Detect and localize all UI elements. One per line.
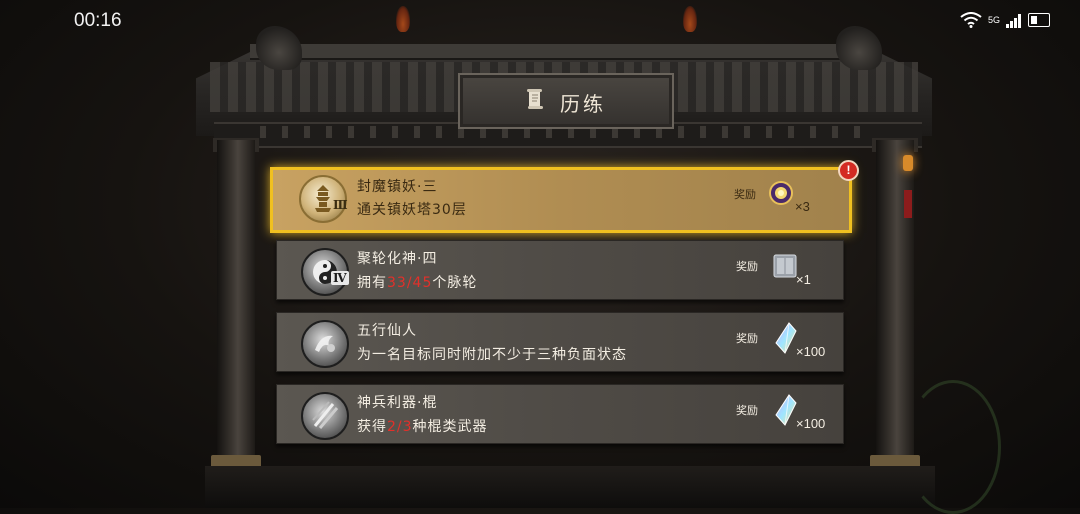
flame-left-decoration: [396, 6, 410, 32]
crystal-icon[interactable]: [771, 321, 799, 355]
status-bar: 00:16 5G: [0, 0, 1080, 44]
tier-numeral: Ⅲ: [333, 198, 348, 212]
quest-title: 封魔镇妖·三: [357, 179, 438, 195]
reward-label: 奖励: [736, 404, 758, 417]
reward-label: 奖励: [734, 188, 756, 201]
book-icon[interactable]: [771, 249, 799, 283]
reward-label: 奖励: [736, 332, 758, 345]
flame-right-decoration: [683, 6, 697, 32]
reward-quantity: ×1: [796, 272, 811, 287]
quest-title: 神兵利器·棍: [357, 395, 438, 411]
tier-numeral: Ⅳ: [331, 271, 349, 285]
status-icons: 5G: [960, 12, 1050, 28]
crystal-icon[interactable]: [771, 393, 799, 427]
quest-card[interactable]: Ⅲ 封魔镇妖·三 通关镇妖塔30层 奖励 ×3 !: [270, 160, 859, 233]
reward-quantity: ×100: [796, 416, 826, 431]
purple-orb-icon[interactable]: [767, 178, 795, 212]
page-title: 历练: [560, 92, 606, 116]
wifi-icon: [960, 12, 982, 28]
floor: [205, 466, 935, 508]
jade-ornament: [905, 380, 1001, 514]
quest-description: 通关镇妖塔30层: [357, 202, 467, 218]
roof-ridge: [250, 44, 880, 60]
clock: 00:16: [74, 10, 122, 31]
reward-label: 奖励: [736, 260, 758, 273]
pillar-left: [217, 140, 255, 470]
scroll-icon: [526, 89, 544, 111]
lantern-icon: [903, 155, 913, 171]
tassel-decoration: [904, 190, 912, 218]
reward-quantity: ×3: [795, 199, 810, 214]
five-elements-emblem-icon: [301, 320, 349, 368]
quest-description: 为一名目标同时附加不少于三种负面状态: [357, 347, 627, 363]
alert-badge: !: [838, 160, 859, 181]
quest-card[interactable]: 五行仙人 为一名目标同时附加不少于三种负面状态 奖励 ×100: [276, 312, 844, 372]
quest-card[interactable]: Ⅳ 聚轮化神·四 拥有33/45个脉轮 奖励 ×1: [276, 240, 844, 300]
weapons-emblem-icon: [301, 392, 349, 440]
quest-description: 获得2/3种棍类武器: [357, 419, 488, 435]
title-plaque: 历练: [458, 73, 674, 129]
quest-title: 聚轮化神·四: [357, 251, 438, 267]
battery-icon: [1028, 13, 1050, 27]
quest-title: 五行仙人: [357, 323, 417, 339]
signal-icon: [1006, 13, 1022, 28]
quest-card[interactable]: 神兵利器·棍 获得2/3种棍类武器 奖励 ×100: [276, 384, 844, 444]
network-type: 5G: [987, 15, 1000, 25]
reward-quantity: ×100: [796, 344, 826, 359]
quest-description: 拥有33/45个脉轮: [357, 275, 478, 291]
